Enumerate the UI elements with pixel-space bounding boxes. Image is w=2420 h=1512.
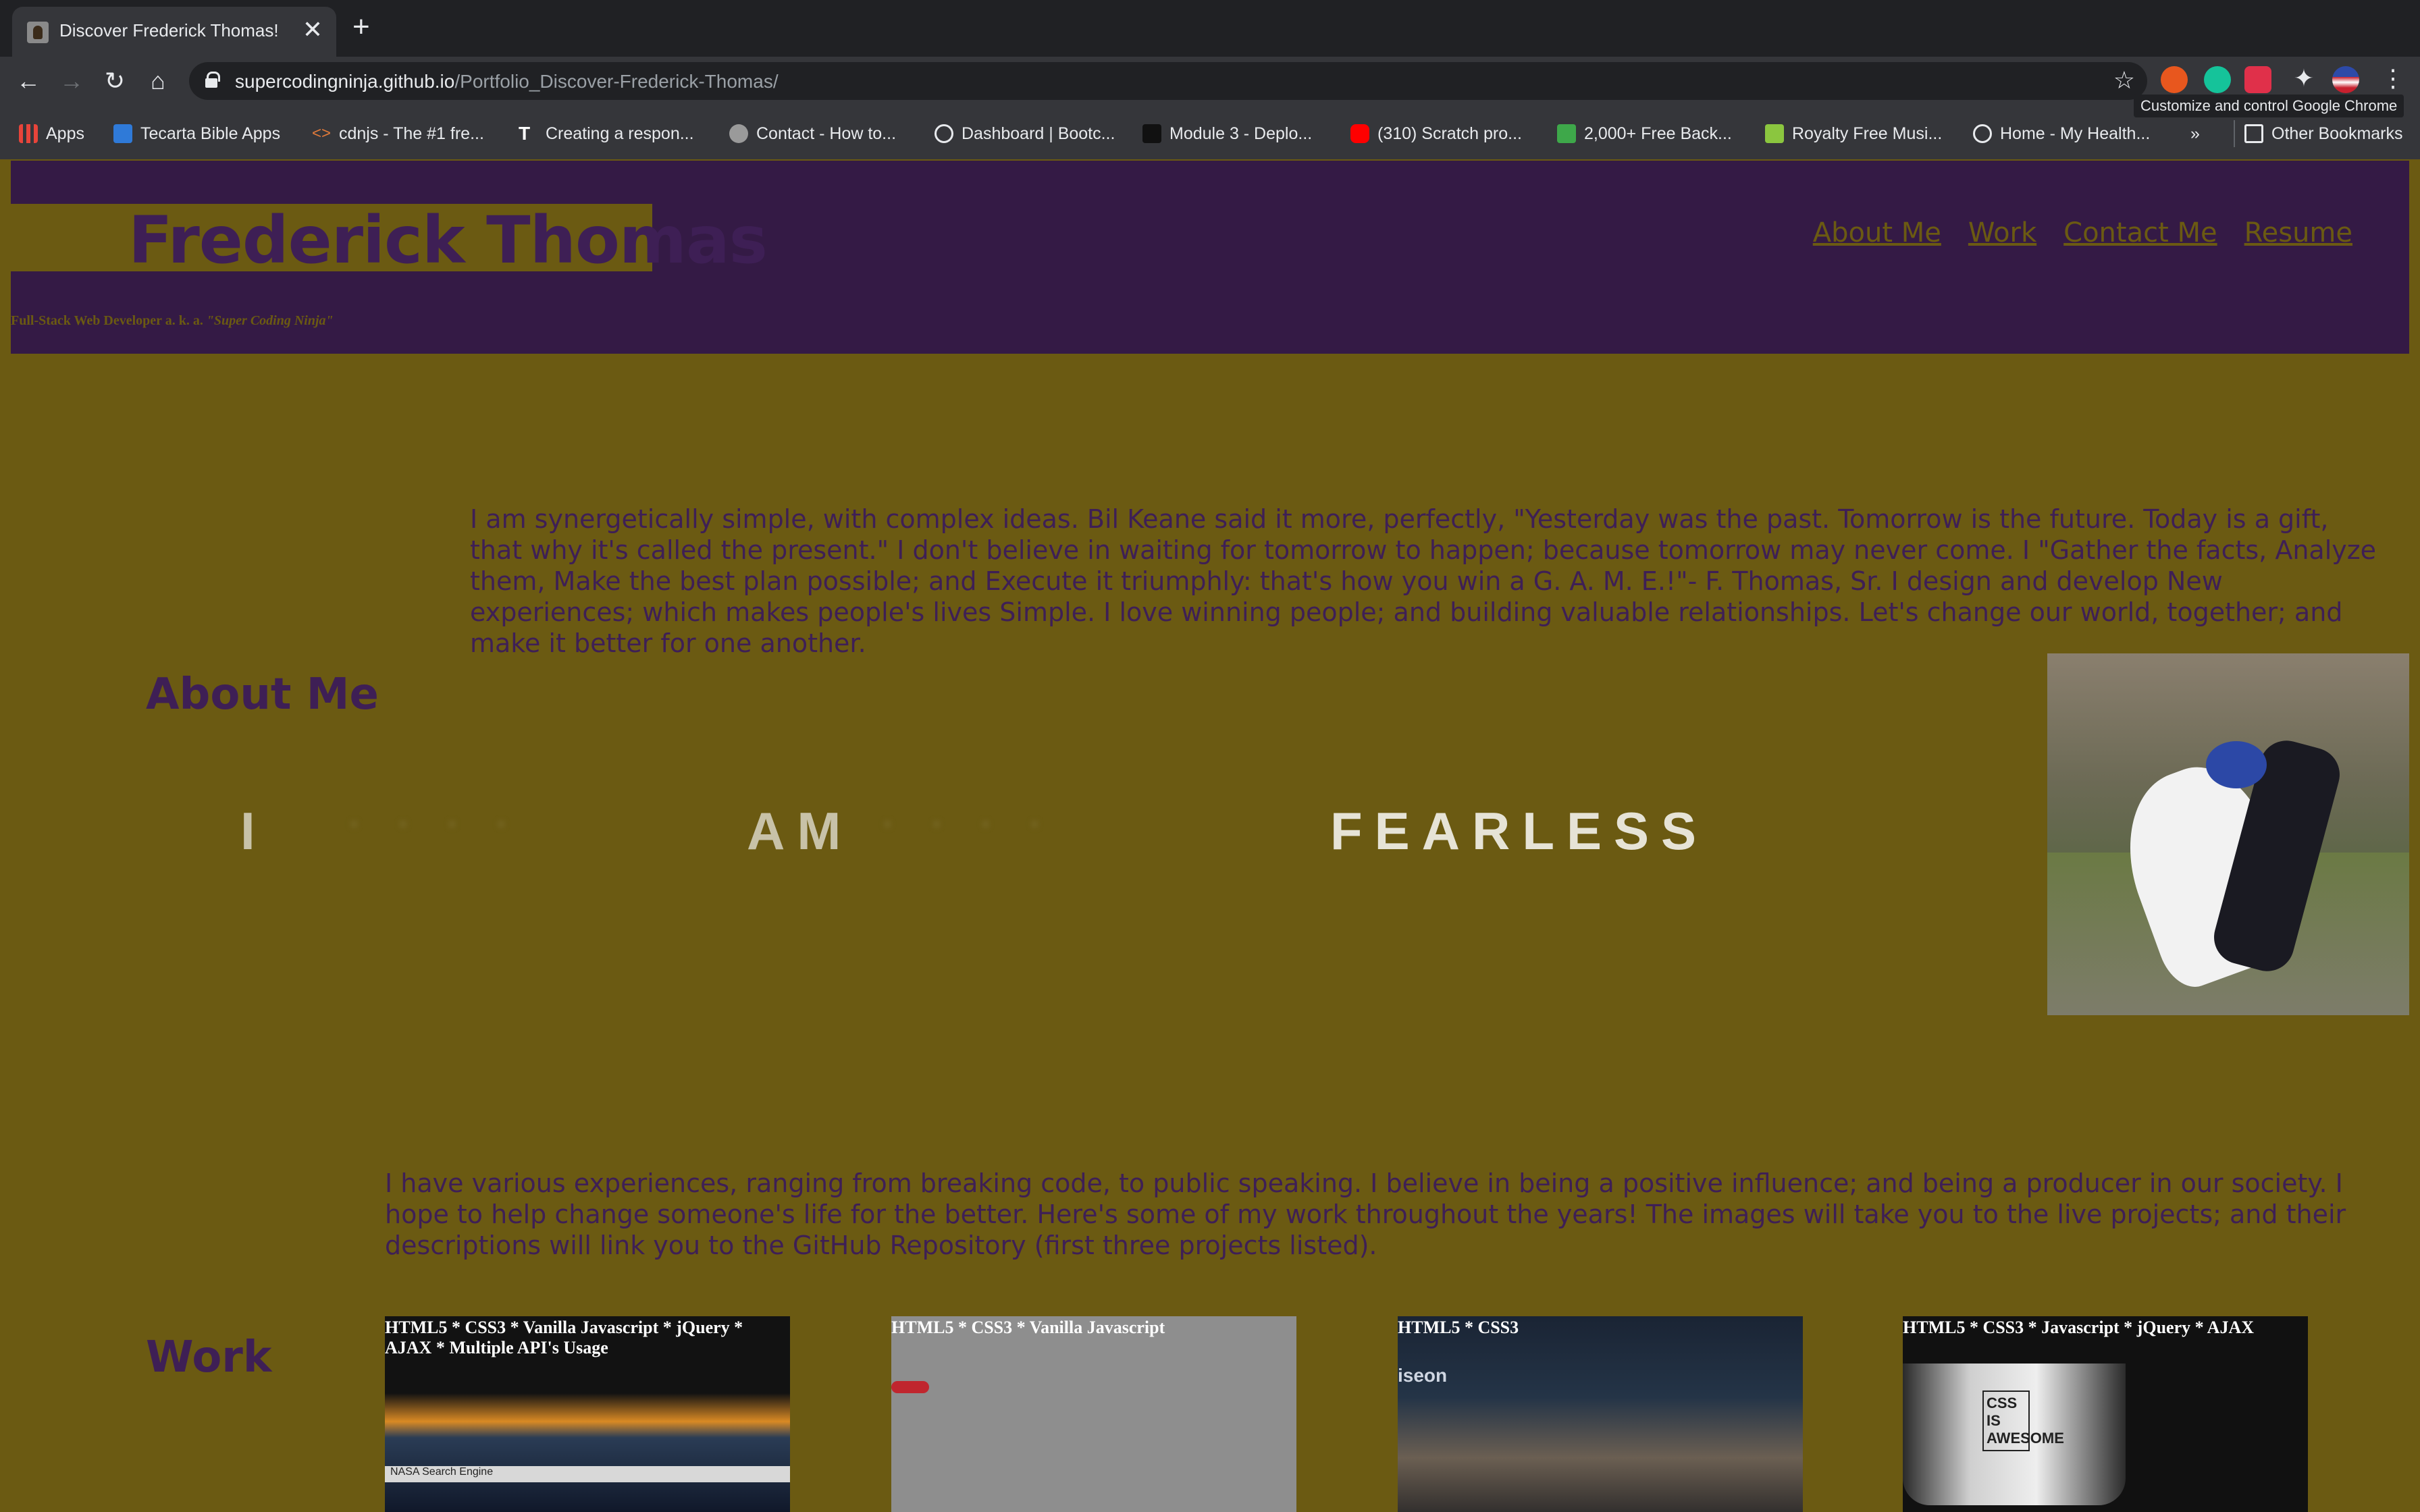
apps-grid-icon	[19, 124, 38, 143]
project-screen-text: iseon	[1398, 1365, 1448, 1386]
lock-icon[interactable]	[205, 72, 220, 88]
apple-icon	[729, 124, 748, 143]
youtube-icon	[1350, 124, 1369, 143]
globe-icon	[1973, 124, 1992, 143]
site-header: Frederick Thomas Full-Stack Web Develope…	[11, 161, 2409, 354]
browser-toolbar: ← → ↻ ⌂ supercodingninja.github.io/Portf…	[0, 57, 2420, 159]
site-name: Frederick Thomas	[128, 202, 768, 278]
work-heading: Work	[146, 1332, 272, 1382]
profile-flag-icon[interactable]	[2332, 66, 2359, 93]
browser-tab-active[interactable]: Discover Frederick Thomas! ✕	[12, 7, 336, 57]
bookmark-cdnjs[interactable]: <> cdnjs - The #1 fre...	[312, 120, 484, 147]
puzzle-extensions-icon[interactable]: ✦	[2288, 62, 2320, 94]
project-tech-label[interactable]: HTML5 * CSS3 * Vanilla Javascript * jQue…	[385, 1316, 790, 1359]
marquee-faded-word: · · · ·	[882, 801, 1055, 846]
bookmark-scratch[interactable]: (310) Scratch pro...	[1350, 120, 1522, 147]
experience-paragraph: I have various experiences, ranging from…	[385, 1168, 2346, 1260]
project-screen-text: NASA Search Engine	[385, 1466, 790, 1482]
project-screenshot-button	[891, 1381, 929, 1393]
tecarta-icon	[113, 124, 132, 143]
bookmark-star-icon[interactable]: ☆	[2113, 66, 2135, 94]
bio-paragraph: I am synergetically simple, with complex…	[470, 504, 2377, 658]
new-tab-button[interactable]: +	[352, 12, 370, 42]
extension-ninja-icon[interactable]	[2161, 66, 2188, 93]
bookmark-contact[interactable]: Contact - How to...	[729, 120, 896, 147]
reload-icon[interactable]: ↻	[99, 65, 131, 97]
project-tech-label[interactable]: HTML5 * CSS3	[1398, 1316, 1803, 1339]
px-icon	[1557, 124, 1576, 143]
project-card-nasa-search[interactable]: HTML5 * CSS3 * Vanilla Javascript * jQue…	[385, 1316, 790, 1512]
main-nav: About Me Work Contact Me Resume	[1813, 217, 2352, 248]
back-arrow-icon[interactable]: ←	[12, 65, 45, 97]
url-text[interactable]: supercodingninja.github.io/Portfolio_Dis…	[235, 71, 779, 92]
bookmark-royalty-music[interactable]: Royalty Free Musi...	[1765, 120, 1942, 147]
home-icon[interactable]: ⌂	[142, 65, 174, 97]
project-card-2[interactable]: HTML5 * CSS3 * Vanilla Javascript	[891, 1316, 1296, 1512]
project-tech-label[interactable]: HTML5 * CSS3 * Javascript * jQuery * AJA…	[1903, 1316, 2308, 1339]
project-card-4[interactable]: HTML5 * CSS3 * Javascript * jQuery * AJA…	[1903, 1316, 2308, 1512]
site-favicon-icon	[27, 22, 49, 43]
t-letter-icon: T	[519, 123, 531, 144]
marquee-word-am: AM	[747, 801, 853, 861]
bookmarks-bar: Apps Tecarta Bible Apps <> cdnjs - The #1…	[0, 108, 2420, 159]
project-screen-text: CSS IS AWESOME	[1982, 1390, 2064, 1451]
marquee-faded-word: · · · ·	[348, 801, 521, 846]
tab-title: Discover Frederick Thomas!	[59, 20, 279, 40]
bookmark-module3[interactable]: Module 3 - Deplo...	[1142, 120, 1312, 147]
book-icon	[1142, 124, 1161, 143]
about-me-photo	[2047, 653, 2409, 1015]
code-icon: <>	[312, 124, 332, 142]
bookmark-my-health[interactable]: Home - My Health...	[1973, 120, 2150, 147]
web-page: Frederick Thomas Full-Stack Web Develope…	[0, 159, 2420, 1512]
bookmark-free-back[interactable]: 2,000+ Free Back...	[1557, 120, 1732, 147]
about-me-heading: About Me	[146, 670, 379, 720]
nav-about-me[interactable]: About Me	[1813, 217, 1941, 248]
close-tab-icon[interactable]: ✕	[302, 16, 323, 43]
globe-icon	[935, 124, 953, 143]
bookmark-dashboard[interactable]: Dashboard | Bootc...	[935, 120, 1115, 147]
other-bookmarks[interactable]: Other Bookmarks	[2234, 120, 2403, 147]
marquee-word-fearless: FEARLESS	[1330, 801, 1709, 861]
kebab-menu-icon[interactable]: ⋮	[2377, 62, 2409, 94]
project-card-3[interactable]: HTML5 * CSS3 iseon	[1398, 1316, 1803, 1512]
marquee-word-i: I	[240, 801, 267, 861]
extension-red-icon[interactable]	[2244, 66, 2271, 93]
b-letter-icon	[1765, 124, 1784, 143]
nav-work[interactable]: Work	[1968, 217, 2036, 248]
more-bookmarks-chevron-icon[interactable]: »	[2190, 120, 2200, 147]
forward-arrow-icon[interactable]: →	[55, 65, 88, 97]
grammarly-icon[interactable]	[2204, 66, 2231, 93]
address-bar[interactable]: supercodingninja.github.io/Portfolio_Dis…	[189, 62, 2147, 100]
project-tech-label[interactable]: HTML5 * CSS3 * Vanilla Javascript	[891, 1316, 1296, 1339]
fearless-marquee: I · · · · AM · · · · FEARLESS	[240, 801, 1726, 868]
folder-icon	[2244, 124, 2263, 143]
bookmark-creating[interactable]: T Creating a respon...	[519, 120, 694, 147]
tab-strip: Discover Frederick Thomas! ✕ +	[0, 0, 2420, 57]
bookmark-apps[interactable]: Apps	[19, 120, 84, 147]
site-tagline: Full-Stack Web Developer a. k. a. "Super…	[11, 313, 334, 328]
nav-resume[interactable]: Resume	[2244, 217, 2352, 248]
nav-contact-me[interactable]: Contact Me	[2063, 217, 2217, 248]
bookmark-tecarta[interactable]: Tecarta Bible Apps	[113, 120, 280, 147]
